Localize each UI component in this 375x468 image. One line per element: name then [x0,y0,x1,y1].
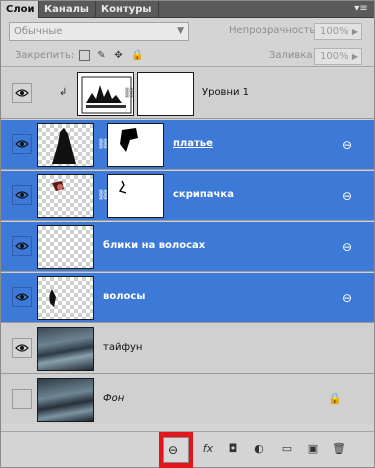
opacity-field[interactable]: 100% ▶ [314,23,362,40]
new-layer-icon[interactable]: ▣ [303,440,323,458]
link-layers-icon: ⊖ [168,443,179,457]
layer-row-typhoon[interactable]: тайфун [1,324,374,374]
lock-all-icon[interactable]: 🔒 [131,50,143,61]
tab-channels[interactable]: Каналы [39,1,96,18]
fill-field[interactable]: 100% ▶ [314,48,362,65]
dress-thumbnail [37,123,94,167]
visibility-eye-icon[interactable] [12,287,32,307]
opacity-value: 100% [320,26,349,37]
tab-layers[interactable]: Слои [1,1,39,18]
panel-tab-bar: Слои Каналы Контуры ▾≡ [1,1,374,18]
layer-mask-thumbnail [107,174,164,218]
chevron-down-icon: ▼ [177,26,184,36]
lock-icon: 🔒 [328,392,342,405]
chevron-right-icon: ▶ [351,52,358,61]
visibility-eye-icon[interactable] [12,83,32,103]
layer-name: Фон [103,393,125,404]
layer-name: тайфун [103,342,143,353]
chevron-right-icon: ▶ [351,27,358,36]
layer-name: платье [173,138,213,149]
lock-position-icon[interactable]: ✥ [113,50,124,61]
layer-mask-thumbnail [137,72,194,116]
blend-mode-value: Обычные [14,26,63,37]
layer-mask-thumbnail [107,123,164,167]
clipping-arrow-icon: ↲ [59,87,68,98]
link-layers-button[interactable]: ⊖ [163,437,189,463]
layer-row-hair[interactable]: волосы ⊖ [1,273,374,323]
background-thumbnail [37,378,94,422]
layer-name: блики на волосах [103,240,206,251]
fx-icon[interactable]: fx [198,440,218,458]
panel-bottom-toolbar: ⊖ fx ◘ ◐ ▭ ▣ 🗑 [1,431,374,468]
layer-name: скрипачка [173,189,234,200]
layer-row-levels[interactable]: ↲ ⛓ Уровни 1 [1,69,374,119]
lock-transparency-icon[interactable] [79,50,90,61]
blend-opacity-row: Обычные ▼ Непрозрачность: 100% ▶ [1,19,374,45]
visibility-eye-icon[interactable] [12,185,32,205]
layer-row-hair-highlights[interactable]: блики на волосах ⊖ [1,222,374,272]
trash-icon[interactable]: 🗑 [329,440,349,458]
visibility-eye-icon[interactable] [12,134,32,154]
lock-fill-row: Закрепить: ✎ ✥ 🔒 Заливка: 100% ▶ [1,45,374,67]
fill-value: 100% [320,51,349,62]
visibility-eye-icon[interactable] [12,338,32,358]
linked-layer-icon: ⊖ [341,189,352,203]
typhoon-thumbnail [37,327,94,371]
hair-thumbnail [37,276,94,320]
layer-name: Уровни 1 [202,87,250,98]
layer-name: волосы [103,291,146,302]
lock-label: Закрепить: [15,50,75,61]
layer-row-dress[interactable]: ⛓ платье ⊖ [1,120,374,170]
add-mask-icon[interactable]: ◘ [223,440,243,458]
blend-mode-select[interactable]: Обычные ▼ [9,22,189,41]
violinist-thumbnail [37,174,94,218]
layers-panel: Слои Каналы Контуры ▾≡ Обычные ▼ Непрозр… [0,0,375,468]
fill-label: Заливка: [269,50,316,61]
new-group-icon[interactable]: ▭ [277,440,297,458]
chain-link-icon[interactable]: ⛓ [123,88,136,99]
layer-row-background[interactable]: Фон 🔒 [1,375,374,425]
visibility-toggle-empty[interactable] [12,389,32,409]
layer-row-violinist[interactable]: ⛓ скрипачка ⊖ [1,171,374,221]
visibility-eye-icon[interactable] [12,236,32,256]
opacity-label: Непрозрачность: [229,25,319,36]
linked-layer-icon: ⊖ [341,240,352,254]
lock-pixels-icon[interactable]: ✎ [96,50,107,61]
hair-highlights-thumbnail [37,225,94,269]
link-layers-highlight: ⊖ [159,432,193,468]
linked-layer-icon: ⊖ [341,138,352,152]
tab-paths[interactable]: Контуры [96,1,159,18]
layers-list: ↲ ⛓ Уровни 1 ⛓ платье ⊖ ⛓ скрипачка ⊖ бл… [1,69,374,424]
panel-menu-icon[interactable]: ▾≡ [352,3,370,15]
linked-layer-icon: ⊖ [341,291,352,305]
adjustment-layer-icon[interactable]: ◐ [249,440,269,458]
